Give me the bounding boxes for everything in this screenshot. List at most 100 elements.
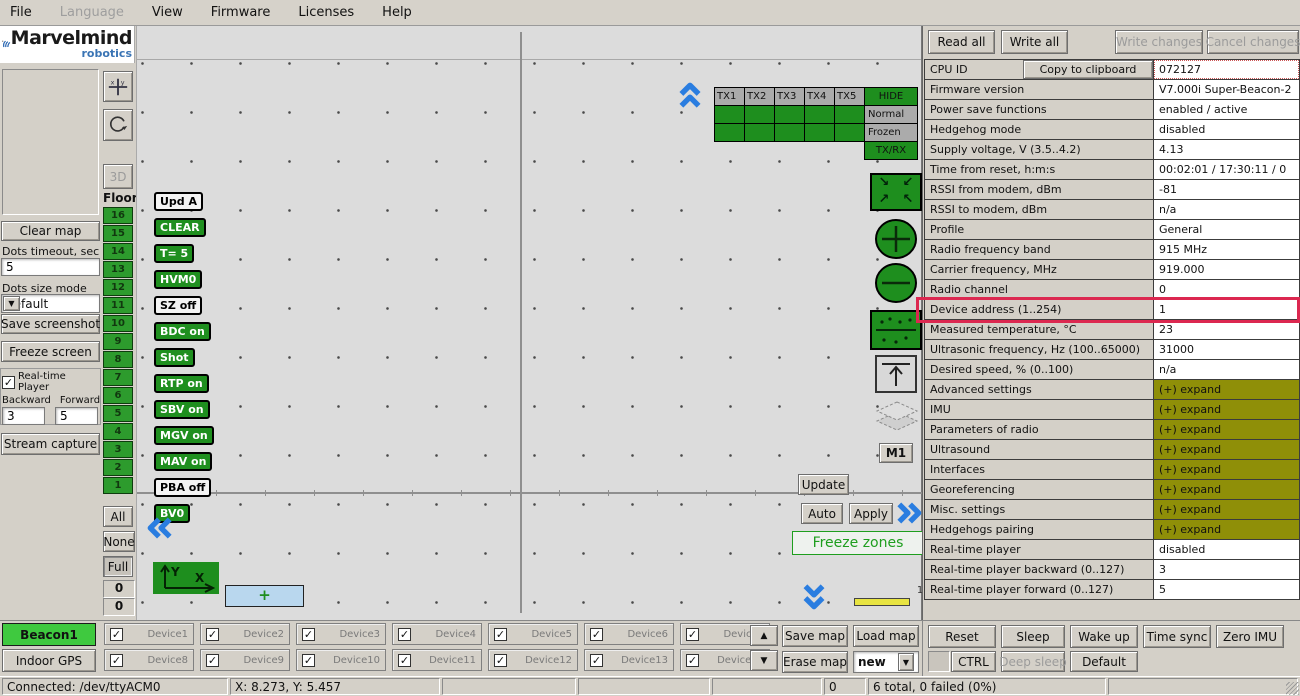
device-checkbox-cell[interactable]: ✓ Device3 <box>296 623 386 645</box>
scroll-devices-down-button[interactable]: ▼ <box>750 650 778 671</box>
tx-state-cell[interactable] <box>714 105 745 124</box>
device-checkbox[interactable]: ✓ <box>494 628 507 641</box>
floor-button[interactable]: 14 <box>103 243 133 260</box>
floor-button[interactable]: 7 <box>103 369 133 386</box>
param-value[interactable]: (+) expand <box>1153 399 1300 420</box>
zoom-in-button[interactable] <box>874 218 918 260</box>
map-command-button[interactable]: CLEAR <box>154 218 206 237</box>
dots-size-select[interactable]: default ▼ <box>1 294 100 313</box>
tx-header-cell[interactable]: TX3 <box>774 87 805 106</box>
tx-state-cell[interactable] <box>834 123 865 142</box>
map-select[interactable]: new ▼ <box>853 651 919 673</box>
cancel-changes-button[interactable]: Cancel changes <box>1207 30 1299 54</box>
tx-normal-button[interactable]: Normal <box>864 105 918 124</box>
device-checkbox-cell[interactable]: ✓ Device12 <box>488 649 578 671</box>
menu-item[interactable]: Language <box>60 5 124 20</box>
menu-item[interactable]: Help <box>382 5 412 20</box>
ctrl-checkbox[interactable] <box>928 651 950 672</box>
backward-input[interactable] <box>2 407 45 425</box>
add-submap-button[interactable]: + <box>225 585 304 607</box>
tx-state-cell[interactable] <box>744 123 775 142</box>
device-checkbox[interactable]: ✓ <box>590 628 603 641</box>
param-value[interactable]: 0 <box>1153 279 1300 300</box>
device-checkbox-cell[interactable]: ✓ Device13 <box>584 649 674 671</box>
tx-header-cell[interactable]: TX4 <box>804 87 835 106</box>
zero-imu-button[interactable]: Zero IMU <box>1216 625 1284 648</box>
floor-button[interactable]: 10 <box>103 315 133 332</box>
floor-button[interactable]: 11 <box>103 297 133 314</box>
map-command-button[interactable]: SBV on <box>154 400 210 419</box>
load-map-button[interactable]: Load map <box>853 625 919 647</box>
param-value[interactable]: 3 <box>1153 559 1300 580</box>
param-value[interactable]: 5 <box>1153 579 1300 600</box>
deep-sleep-button[interactable]: Deep sleep <box>1001 651 1065 672</box>
collapse-down-chevron-icon[interactable] <box>801 582 827 612</box>
apply-button[interactable]: Apply <box>849 503 893 524</box>
device-checkbox-cell[interactable]: ✓ Device6 <box>584 623 674 645</box>
param-value[interactable]: (+) expand <box>1153 419 1300 440</box>
param-value[interactable]: 4.13 <box>1153 139 1300 160</box>
device-checkbox[interactable]: ✓ <box>398 628 411 641</box>
floor-button[interactable]: 2 <box>103 459 133 476</box>
param-value[interactable]: n/a <box>1153 359 1300 380</box>
device-checkbox[interactable]: ✓ <box>302 628 315 641</box>
resize-grip-icon[interactable] <box>1286 682 1299 695</box>
forward-input[interactable] <box>55 407 98 425</box>
expand-right-chevron-icon[interactable] <box>895 500 923 526</box>
stream-capture-button[interactable]: Stream capture <box>1 433 100 455</box>
map-command-button[interactable]: MGV on <box>154 426 214 445</box>
sleep-button[interactable]: Sleep <box>1001 625 1065 648</box>
layers-icon[interactable] <box>873 398 921 442</box>
map-command-button[interactable]: PBA off <box>154 478 211 497</box>
param-value[interactable]: 00:02:01 / 17:30:11 / 0 <box>1153 159 1300 180</box>
device-checkbox-cell[interactable]: ✓ Device11 <box>392 649 482 671</box>
device-checkbox[interactable]: ✓ <box>590 654 603 667</box>
erase-map-button[interactable]: Erase map <box>782 651 848 673</box>
param-value[interactable]: General <box>1153 219 1300 240</box>
menu-item[interactable]: Licenses <box>298 5 354 20</box>
floor-field-1[interactable]: 0 <box>103 580 135 598</box>
device-checkbox[interactable]: ✓ <box>206 654 219 667</box>
view-3d-button[interactable]: 3D <box>103 164 133 189</box>
device-checkbox[interactable]: ✓ <box>302 654 315 667</box>
read-all-button[interactable]: Read all <box>928 30 995 54</box>
ctrl-button[interactable]: CTRL <box>951 651 996 672</box>
param-value[interactable]: (+) expand <box>1153 439 1300 460</box>
tx-state-cell[interactable] <box>774 105 805 124</box>
tx-header-cell[interactable]: TX2 <box>744 87 775 106</box>
collapse-up-chevron-icon[interactable] <box>677 81 703 109</box>
default-button[interactable]: Default <box>1070 651 1138 672</box>
device-checkbox-cell[interactable]: ✓ Device9 <box>200 649 290 671</box>
tx-state-cell[interactable] <box>834 105 865 124</box>
param-value[interactable]: disabled <box>1153 539 1300 560</box>
scroll-devices-up-button[interactable]: ▲ <box>750 625 778 646</box>
device-checkbox[interactable]: ✓ <box>686 654 699 667</box>
floor-button[interactable]: 16 <box>103 207 133 224</box>
floor-button[interactable]: 9 <box>103 333 133 350</box>
param-value[interactable]: 919.000 <box>1153 259 1300 280</box>
map-command-button[interactable]: SZ off <box>154 296 202 315</box>
param-value[interactable]: disabled <box>1153 119 1300 140</box>
m1-button[interactable]: M1 <box>879 443 913 463</box>
floor-button[interactable]: 13 <box>103 261 133 278</box>
floors-none-button[interactable]: None <box>103 531 135 552</box>
update-button[interactable]: Update <box>798 474 849 495</box>
write-changes-button[interactable]: Write changes <box>1115 30 1203 54</box>
tx-frozen-button[interactable]: Frozen <box>864 123 918 142</box>
tx-header-cell[interactable]: TX5 <box>834 87 865 106</box>
device-checkbox-cell[interactable]: ✓ Device1 <box>104 623 194 645</box>
map-command-button[interactable]: Upd A <box>154 192 203 211</box>
save-map-button[interactable]: Save map <box>782 625 848 647</box>
menu-item[interactable]: File <box>10 5 32 20</box>
floor-button[interactable]: 5 <box>103 405 133 422</box>
axes-view-button[interactable]: x y <box>103 71 133 102</box>
fit-to-view-button[interactable]: ↘↙ ↗↖ <box>870 173 922 211</box>
tx-state-cell[interactable] <box>804 123 835 142</box>
floor-button[interactable]: 6 <box>103 387 133 404</box>
param-value[interactable]: 31000 <box>1153 339 1300 360</box>
param-value[interactable]: 915 MHz <box>1153 239 1300 260</box>
cpu-id-value[interactable]: 072127 <box>1153 59 1300 80</box>
clear-map-button[interactable]: Clear map <box>1 221 100 241</box>
device-checkbox[interactable]: ✓ <box>686 628 699 641</box>
indoor-gps-tab[interactable]: Indoor GPS <box>2 649 96 672</box>
